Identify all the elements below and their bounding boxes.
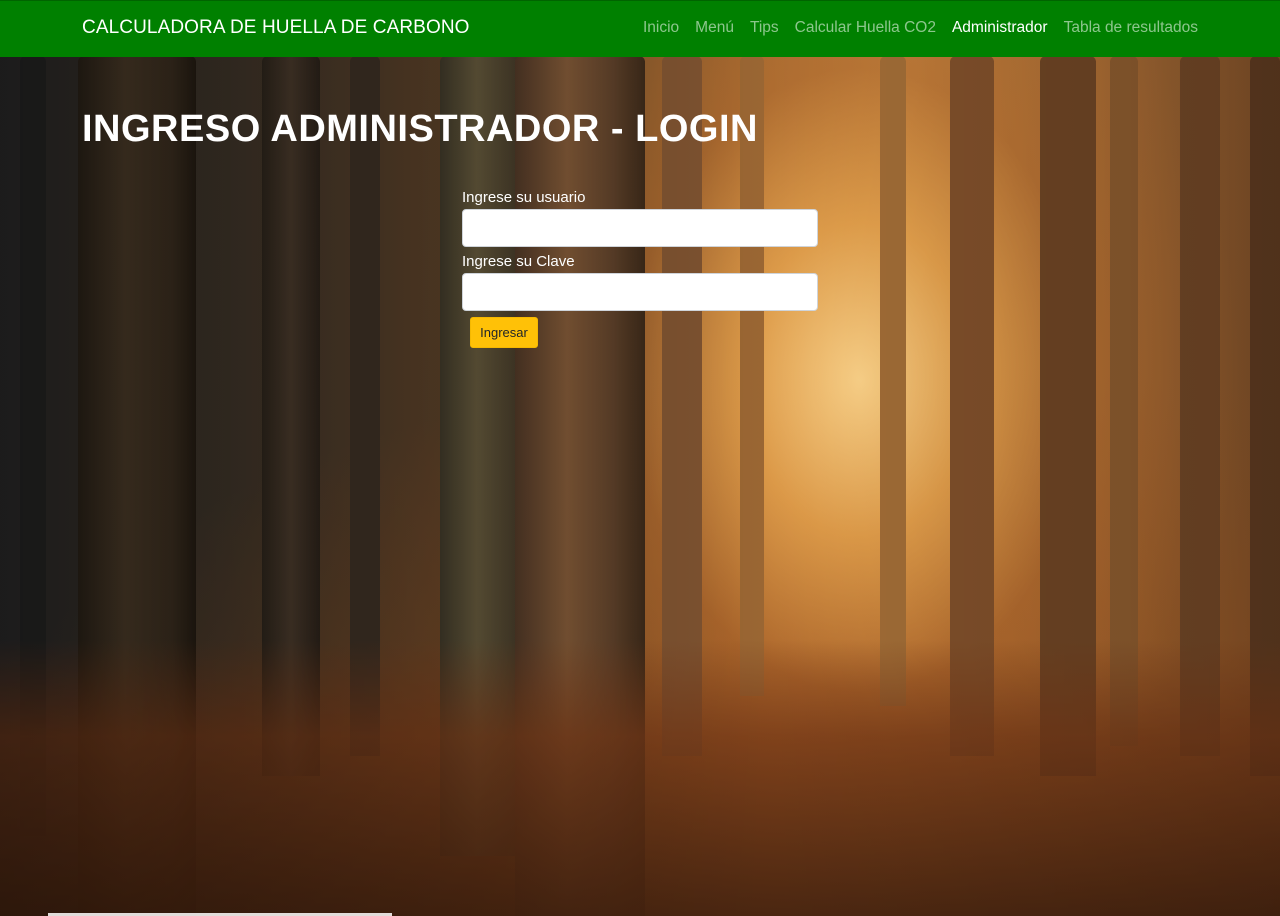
nav-link-menu[interactable]: Menú xyxy=(695,19,734,37)
nav-link-administrador[interactable]: Administrador xyxy=(952,19,1048,37)
brand-link[interactable]: CALCULADORA DE HUELLA DE CARBONO xyxy=(82,17,470,39)
page-title: INGRESO ADMINISTRADOR - LOGIN xyxy=(82,108,758,150)
user-input[interactable] xyxy=(462,209,818,247)
top-navbar: CALCULADORA DE HUELLA DE CARBONO Inicio … xyxy=(0,0,1280,57)
nav-links: Inicio Menú Tips Calcular Huella CO2 Adm… xyxy=(643,19,1198,37)
ingresar-button[interactable]: Ingresar xyxy=(470,317,538,348)
user-label: Ingrese su usuario xyxy=(462,189,586,206)
password-input[interactable] xyxy=(462,273,818,311)
nav-link-inicio[interactable]: Inicio xyxy=(643,19,679,37)
nav-link-tabla-resultados[interactable]: Tabla de resultados xyxy=(1064,19,1198,37)
login-form: Ingrese su usuario Ingrese su Clave Ingr… xyxy=(462,188,818,348)
password-label: Ingrese su Clave xyxy=(462,253,575,270)
nav-link-tips[interactable]: Tips xyxy=(750,19,779,37)
nav-link-calcular-huella[interactable]: Calcular Huella CO2 xyxy=(795,19,936,37)
